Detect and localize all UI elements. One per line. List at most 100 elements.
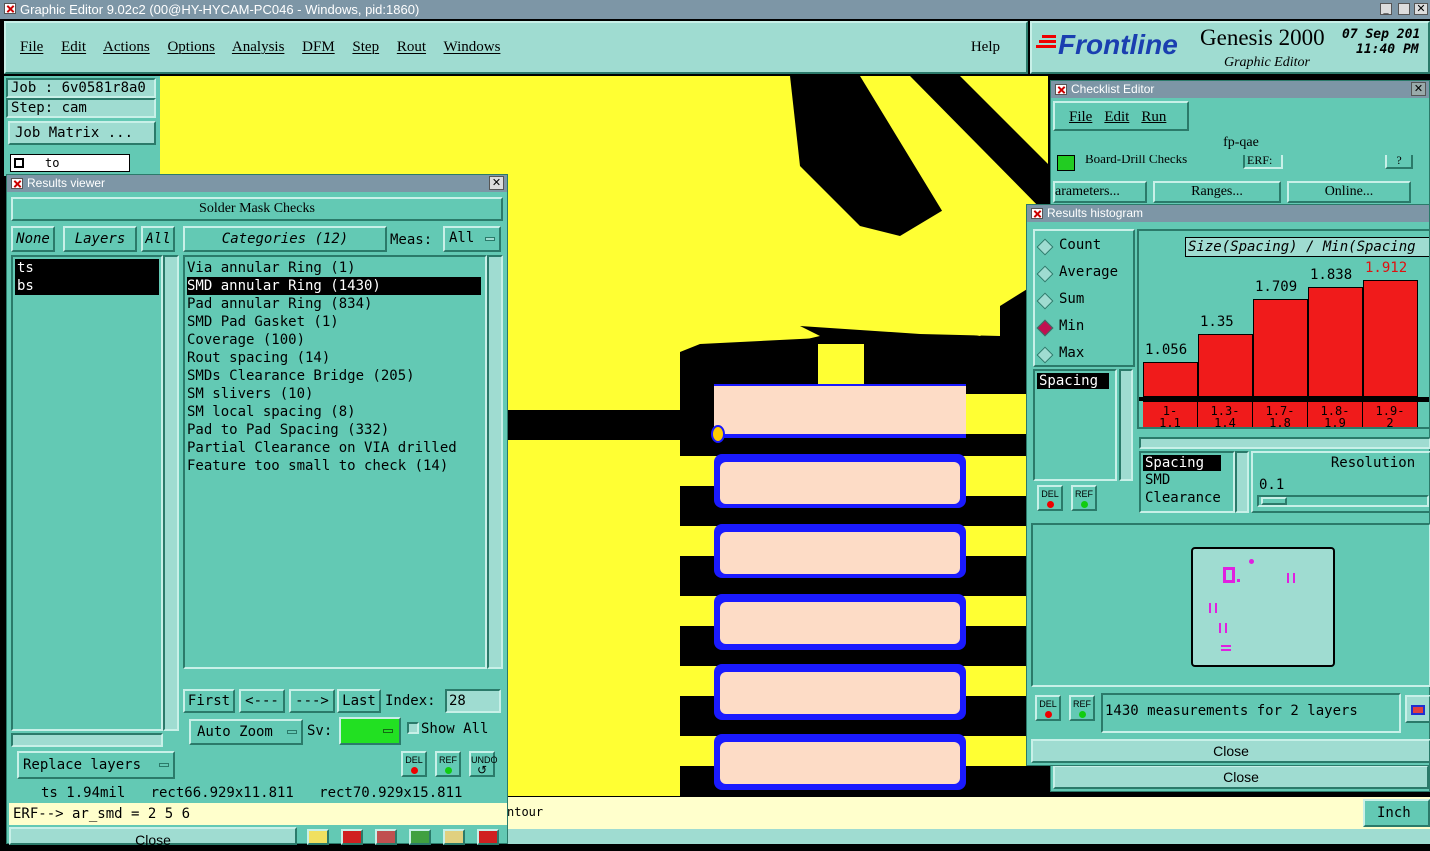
bin-label[interactable]: 1.3- 1.4 — [1198, 402, 1253, 427]
layer-item-ts[interactable]: ts — [15, 259, 159, 277]
slider-thumb[interactable] — [1261, 497, 1287, 505]
mode-count[interactable]: Count — [1059, 237, 1101, 253]
histogram-bar[interactable] — [1253, 299, 1308, 397]
tool-icon[interactable] — [341, 829, 363, 845]
categories-scrollbar[interactable] — [487, 255, 503, 669]
category-item[interactable]: SMDs Clearance Bridge (205) — [187, 367, 483, 385]
replace-layers-dropdown[interactable]: Replace layers — [17, 751, 175, 779]
layers-scrollbar[interactable] — [163, 255, 179, 731]
meas-dropdown[interactable]: All — [443, 226, 501, 252]
none-button[interactable]: None — [11, 226, 55, 252]
mode-average[interactable]: Average — [1059, 264, 1118, 280]
histogram-bar[interactable] — [1363, 280, 1418, 397]
category-item[interactable]: Via annular Ring (1) — [187, 259, 483, 277]
tool-icon[interactable] — [443, 829, 465, 845]
hist-del-button[interactable]: DEL — [1037, 485, 1063, 511]
layers-hscroll[interactable] — [11, 733, 163, 747]
parameters-button[interactable]: arameters... — [1053, 181, 1147, 203]
menu-dfm[interactable]: DFM — [302, 39, 335, 55]
menu-step[interactable]: Step — [352, 39, 379, 55]
bin-label[interactable]: 1- 1.1 — [1143, 402, 1198, 427]
menu-windows[interactable]: Windows — [444, 39, 501, 55]
checklist-close-button[interactable]: Close — [1053, 765, 1429, 789]
online-button[interactable]: Online... — [1287, 181, 1411, 203]
checklist-menu-edit[interactable]: Edit — [1104, 109, 1129, 125]
close-window-icon[interactable]: ✕ — [1414, 3, 1428, 15]
attribute-item-selected[interactable]: Spacing — [1037, 373, 1109, 389]
histogram-bar[interactable] — [1308, 287, 1363, 397]
layers-list[interactable]: ts bs — [11, 255, 163, 731]
menu-actions[interactable]: Actions — [103, 39, 150, 55]
category-item[interactable]: Feature too small to check (14) — [187, 457, 483, 475]
prev-button[interactable]: <--- — [239, 689, 285, 713]
mode-max[interactable]: Max — [1059, 345, 1084, 361]
tool-icon[interactable] — [307, 829, 329, 845]
preview-ref-button[interactable]: REF — [1069, 695, 1095, 721]
menu-edit[interactable]: Edit — [61, 39, 86, 55]
first-button[interactable]: First — [183, 689, 235, 713]
preview-del-button[interactable]: DEL — [1035, 695, 1061, 721]
ranges-button[interactable]: Ranges... — [1153, 181, 1281, 203]
radio-icon[interactable] — [1036, 238, 1054, 256]
category-item[interactable]: SMD Pad Gasket (1) — [187, 313, 483, 331]
radio-icon[interactable] — [1036, 346, 1054, 364]
next-button[interactable]: ---> — [289, 689, 335, 713]
ref-button[interactable]: REF — [435, 751, 461, 777]
category-item[interactable]: Pad to Pad Spacing (332) — [187, 421, 483, 439]
board-preview[interactable] — [1191, 547, 1335, 667]
job-matrix-button[interactable]: Job Matrix ... — [8, 121, 156, 145]
attribute2-scrollbar[interactable] — [1235, 451, 1249, 513]
category-item[interactable]: Coverage (100) — [187, 331, 483, 349]
layer-checkbox[interactable] — [14, 158, 24, 168]
attribute2-item[interactable]: Clearance — [1141, 489, 1233, 507]
mode-min[interactable]: Min — [1059, 318, 1084, 334]
radio-selected-icon[interactable] — [1036, 319, 1054, 337]
index-input[interactable]: 28 — [445, 689, 501, 713]
auto-zoom-dropdown[interactable]: Auto Zoom — [189, 719, 303, 745]
histogram-hscroll[interactable] — [1139, 437, 1430, 449]
undo-button[interactable]: UNDO ↺ — [469, 751, 498, 777]
category-item[interactable]: SM local spacing (8) — [187, 403, 483, 421]
attribute2-item[interactable]: SMD — [1141, 471, 1233, 489]
menu-analysis[interactable]: Analysis — [232, 39, 285, 55]
checklist-menu-run[interactable]: Run — [1141, 109, 1166, 125]
erf-field[interactable]: ERF: — [1243, 155, 1283, 169]
histogram-chart[interactable]: Size(Spacing) / Min(Spacing 1.056 1.35 1.7… — [1137, 229, 1430, 429]
mode-sum[interactable]: Sum — [1059, 291, 1084, 307]
close-icon[interactable]: ✕ — [1411, 82, 1426, 96]
attribute-list[interactable]: Spacing — [1033, 369, 1117, 481]
all-layers-button[interactable]: All — [141, 226, 175, 252]
layer-item-bs[interactable]: bs — [15, 277, 159, 295]
category-item-selected[interactable]: SMD annular Ring (1430) — [187, 277, 481, 295]
bin-label[interactable]: 1.7- 1.8 — [1253, 402, 1308, 427]
chart-icon[interactable] — [1405, 695, 1430, 723]
maximize-icon[interactable] — [1398, 3, 1410, 15]
layers-button[interactable]: Layers — [63, 226, 137, 252]
histogram-close-button[interactable]: Close — [1031, 739, 1430, 763]
histogram-bar[interactable] — [1143, 362, 1198, 397]
menu-rout[interactable]: Rout — [397, 39, 426, 55]
checklist-row[interactable]: Board-Drill Checks ERF: ? — [1055, 155, 1425, 173]
radio-icon[interactable] — [1036, 265, 1054, 283]
bin-label[interactable]: 1.9- 2 — [1363, 402, 1418, 427]
bin-label[interactable]: 1.8- 1.9 — [1308, 402, 1363, 427]
last-button[interactable]: Last — [337, 689, 381, 713]
categories-list[interactable]: Via annular Ring (1) SMD annular Ring (1… — [183, 255, 487, 669]
sv-color-dropdown[interactable] — [339, 717, 401, 745]
category-item[interactable]: Pad annular Ring (834) — [187, 295, 483, 313]
tool-icon[interactable] — [477, 829, 499, 845]
del-button[interactable]: DEL — [401, 751, 427, 777]
layer-field[interactable]: to — [10, 154, 130, 172]
histogram-bar[interactable] — [1198, 334, 1253, 397]
attribute2-item-selected[interactable]: Spacing — [1143, 455, 1221, 471]
category-item[interactable]: Rout spacing (14) — [187, 349, 483, 367]
unit-dropdown[interactable]: Inch — [1363, 799, 1430, 827]
close-icon[interactable]: ✕ — [489, 176, 504, 190]
menu-help[interactable]: Help — [971, 39, 1000, 56]
category-item[interactable]: Partial Clearance on VIA drilled — [187, 439, 483, 457]
radio-icon[interactable] — [1036, 292, 1054, 310]
hist-ref-button[interactable]: REF — [1071, 485, 1097, 511]
menu-options[interactable]: Options — [167, 39, 215, 55]
tool-icon[interactable] — [409, 829, 431, 845]
category-item[interactable]: SM slivers (10) — [187, 385, 483, 403]
